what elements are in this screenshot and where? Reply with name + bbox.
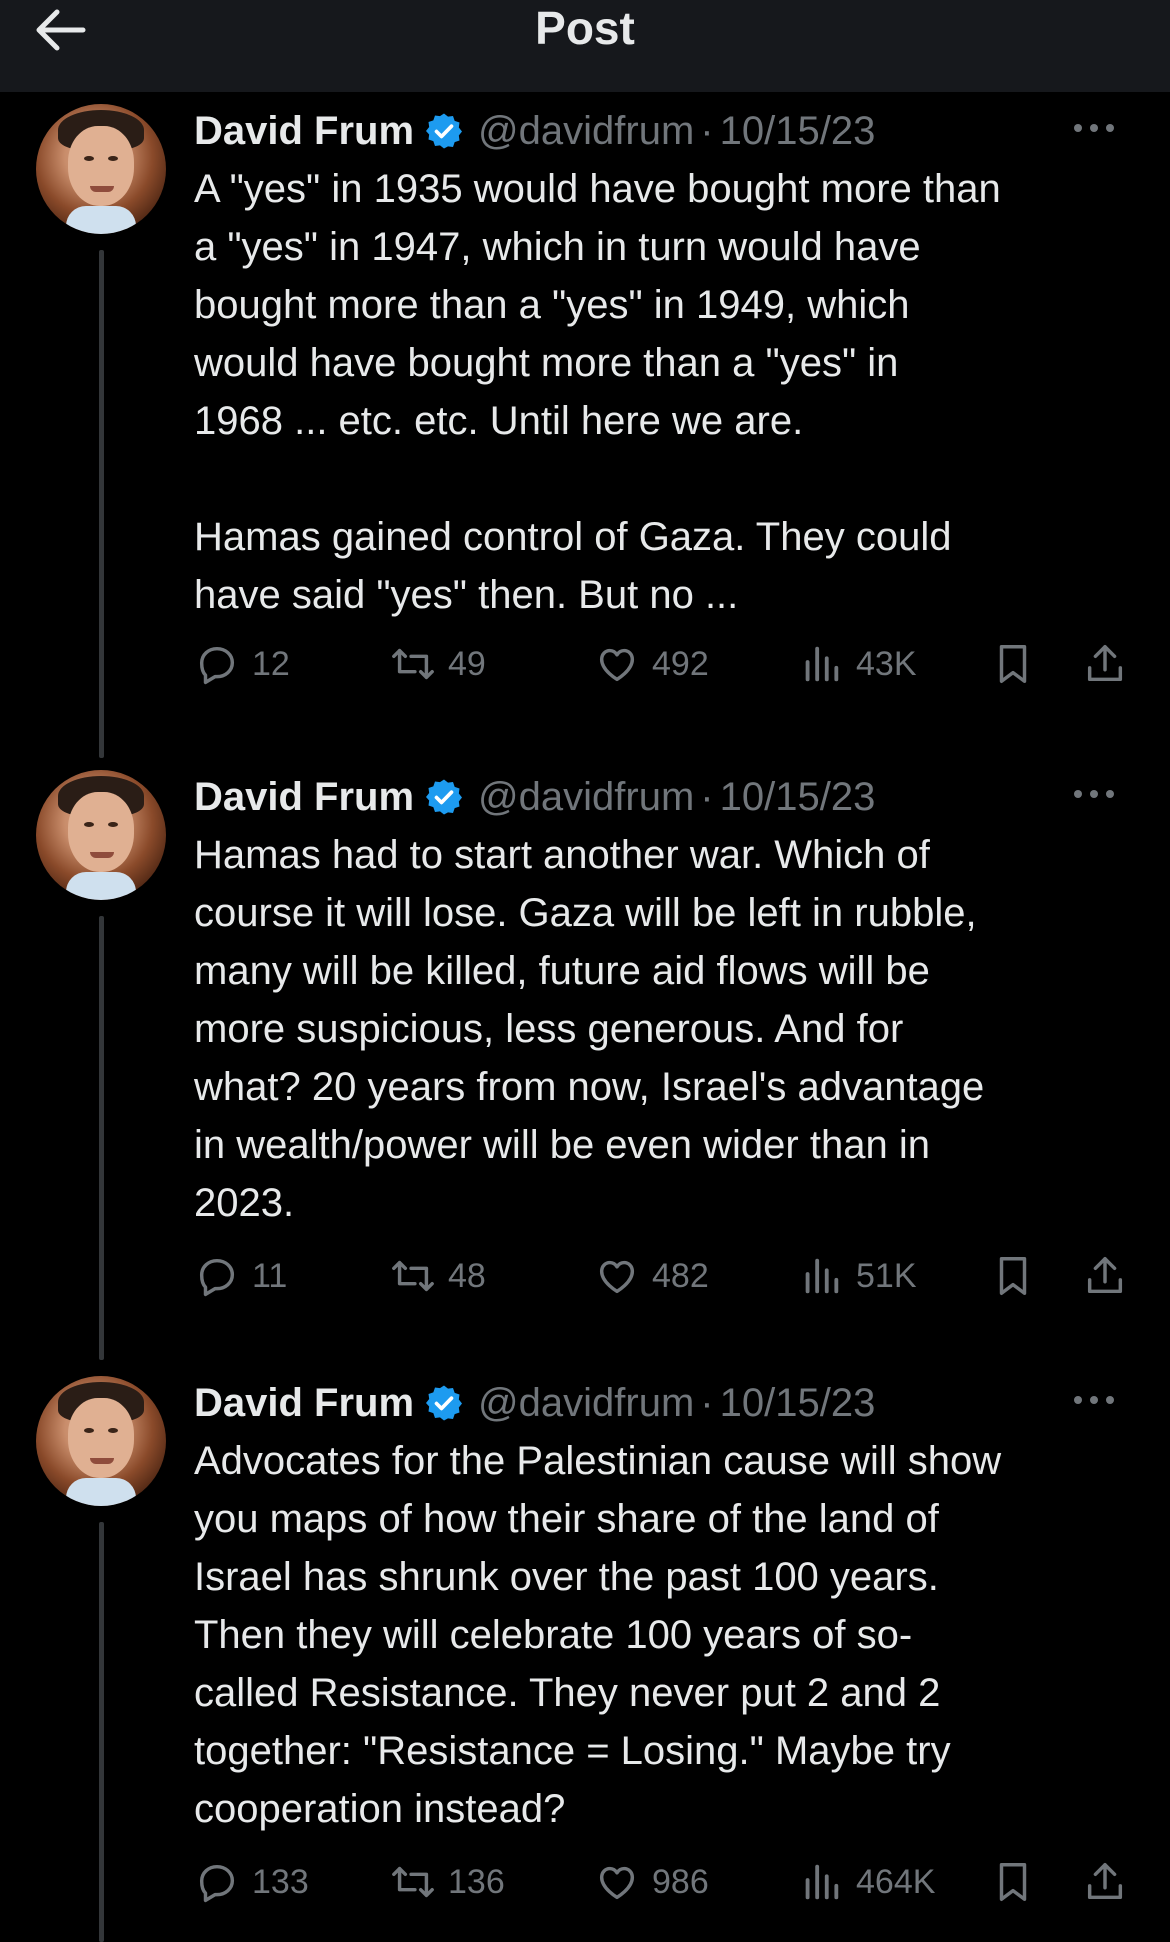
share-icon [1087,1863,1123,1900]
reply-count: 12 [252,644,290,683]
verified-badge-icon [426,113,463,149]
analytics-icon [805,1258,839,1294]
share-button[interactable] [1082,634,1128,694]
avatar[interactable] [36,104,166,234]
repost-icon [392,648,434,680]
separator: · [700,109,714,153]
bookmark-icon [999,1863,1027,1901]
more-horizontal-icon [1074,124,1114,132]
avatar[interactable] [36,770,166,900]
author-name[interactable]: David Frum [194,102,414,160]
like-count: 482 [652,1256,709,1295]
like-count: 986 [652,1862,709,1901]
tweet-text: Advocates for the Palestinian cause will… [194,1439,1002,1831]
tweet-text: A "yes" in 1935 would have bought more t… [194,167,1001,617]
action-bar: 11 48 482 51K [194,1246,1134,1306]
action-bar: 133 136 986 464K [194,1852,1134,1912]
reply-count: 11 [252,1256,288,1295]
like-count: 492 [652,644,709,683]
page-title: Post [535,2,635,54]
view-count: 464K [856,1862,936,1901]
thread-line [99,916,104,1360]
author-name[interactable]: David Frum [194,768,414,826]
bookmark-button[interactable] [990,1852,1036,1912]
repost-button[interactable]: 136 [390,1852,505,1912]
reply-button[interactable]: 12 [194,634,290,694]
more-horizontal-icon [1074,1396,1114,1404]
reply-button[interactable]: 11 [194,1246,287,1306]
tweet-header: David Frum @davidfrum · 10/15/23 [194,102,1134,160]
like-button[interactable]: 986 [594,1852,709,1912]
reply-icon [199,1864,235,1903]
verified-badge-icon [426,779,463,815]
separator: · [700,775,714,819]
post-date[interactable]: 10/15/23 [720,102,876,160]
top-bar: Post [0,0,1170,92]
bookmark-icon [999,1257,1027,1295]
share-icon [1087,1257,1123,1294]
repost-count: 49 [448,644,486,683]
bookmark-button[interactable] [990,1246,1036,1306]
more-options-button[interactable] [1064,1380,1124,1420]
like-button[interactable]: 482 [594,1246,709,1306]
tweet-header: David Frum @davidfrum · 10/15/23 [194,768,1134,826]
author-handle[interactable]: @davidfrum [478,102,694,160]
verified-badge-icon [426,1385,463,1421]
heart-icon [599,1866,635,1900]
more-horizontal-icon [1074,790,1114,798]
repost-icon [392,1260,434,1292]
bookmark-icon [999,645,1027,683]
reply-icon [199,1258,235,1297]
author-handle[interactable]: @davidfrum [478,768,694,826]
repost-icon [392,1866,434,1898]
reply-count: 133 [252,1862,309,1901]
repost-count: 48 [448,1256,486,1295]
thread-line [99,1522,104,1942]
analytics-icon [805,1864,839,1900]
author-name[interactable]: David Frum [194,1374,414,1432]
share-button[interactable] [1082,1246,1128,1306]
heart-icon [599,648,635,682]
bookmark-button[interactable] [990,634,1036,694]
post-date[interactable]: 10/15/23 [720,768,876,826]
action-bar: 12 49 492 43K [194,634,1134,694]
view-count: 51K [856,1256,917,1295]
more-options-button[interactable] [1064,774,1124,814]
analytics-icon [805,646,839,682]
more-options-button[interactable] [1064,108,1124,148]
avatar[interactable] [36,1376,166,1506]
views-button[interactable]: 43K [798,634,917,694]
author-handle[interactable]: @davidfrum [478,1374,694,1432]
repost-button[interactable]: 48 [390,1246,486,1306]
view-count: 43K [856,644,917,683]
like-button[interactable]: 492 [594,634,709,694]
repost-count: 136 [448,1862,505,1901]
views-button[interactable]: 464K [798,1852,935,1912]
reply-icon [199,646,235,685]
repost-button[interactable]: 49 [390,634,486,694]
reply-button[interactable]: 133 [194,1852,309,1912]
share-icon [1087,645,1123,682]
post-date[interactable]: 10/15/23 [720,1374,876,1432]
views-button[interactable]: 51K [798,1246,917,1306]
heart-icon [599,1260,635,1294]
tweet-header: David Frum @davidfrum · 10/15/23 [194,1374,1134,1432]
share-button[interactable] [1082,1852,1128,1912]
thread-line [99,250,104,758]
separator: · [700,1381,714,1425]
tweet-text: Hamas had to start another war. Which of… [194,833,985,1225]
